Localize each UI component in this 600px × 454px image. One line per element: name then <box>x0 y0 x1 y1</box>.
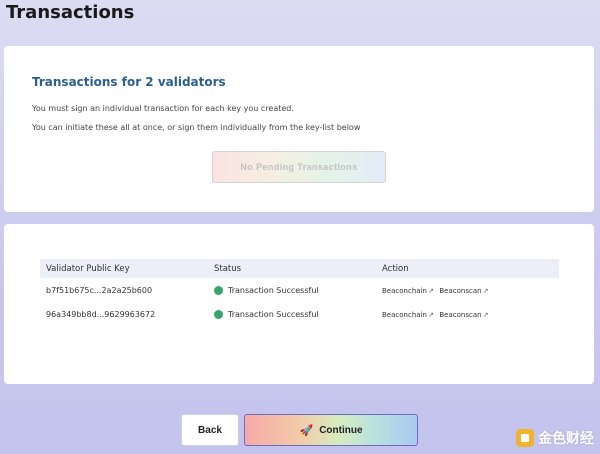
status-text: Transaction Successful <box>228 309 319 319</box>
external-link-icon: ↗ <box>482 286 489 295</box>
beaconscan-link[interactable]: Beaconscan <box>439 311 481 319</box>
summary-heading: Transactions for 2 validators <box>32 75 226 89</box>
no-pending-transactions-button[interactable]: No Pending Transactions <box>212 151 386 183</box>
beaconscan-link[interactable]: Beaconscan <box>439 287 481 295</box>
success-status-icon <box>214 309 223 319</box>
status-cell: Transaction Successful <box>214 309 382 319</box>
external-link-icon: ↗ <box>427 310 434 319</box>
header-status: Status <box>214 263 242 274</box>
rocket-icon: 🚀 <box>299 424 314 437</box>
summary-instruction-2: You can initiate these all at once, or s… <box>32 123 361 132</box>
continue-label: Continue <box>319 424 363 436</box>
table-row: 96a349bb8d...9629963672 Transaction Succ… <box>40 302 559 326</box>
action-cell: Beaconchain↗ Beaconscan↗ <box>382 286 559 295</box>
header-action: Action <box>382 263 409 274</box>
validator-public-key: 96a349bb8d...9629963672 <box>46 309 156 319</box>
table-header: Validator Public Key Status Action <box>40 259 559 278</box>
summary-instruction-1: You must sign an individual transaction … <box>32 104 294 113</box>
beaconchain-link[interactable]: Beaconchain <box>382 311 427 319</box>
watermark-text: 金色财经 <box>538 431 594 447</box>
continue-button[interactable]: 🚀 Continue <box>244 414 418 446</box>
action-cell: Beaconchain↗ Beaconscan↗ <box>382 310 559 319</box>
beaconchain-link[interactable]: Beaconchain <box>382 287 427 295</box>
table-row: b7f51b675c...2a2a25b600 Transaction Succ… <box>40 278 559 302</box>
watermark: 金色财经 <box>516 428 594 448</box>
page-title: Transactions <box>6 2 135 23</box>
watermark-logo-icon <box>516 429 534 447</box>
header-public-key: Validator Public Key <box>46 263 130 274</box>
validators-table-card: Validator Public Key Status Action b7f51… <box>4 224 594 384</box>
external-link-icon: ↗ <box>482 310 489 319</box>
validators-table: Validator Public Key Status Action b7f51… <box>40 259 559 326</box>
transactions-summary-card: Transactions for 2 validators You must s… <box>4 46 594 212</box>
validator-public-key: b7f51b675c...2a2a25b600 <box>46 285 153 295</box>
success-status-icon <box>214 285 223 295</box>
back-button[interactable]: Back <box>181 414 239 446</box>
external-link-icon: ↗ <box>427 286 434 295</box>
status-text: Transaction Successful <box>228 285 319 295</box>
status-cell: Transaction Successful <box>214 285 382 295</box>
